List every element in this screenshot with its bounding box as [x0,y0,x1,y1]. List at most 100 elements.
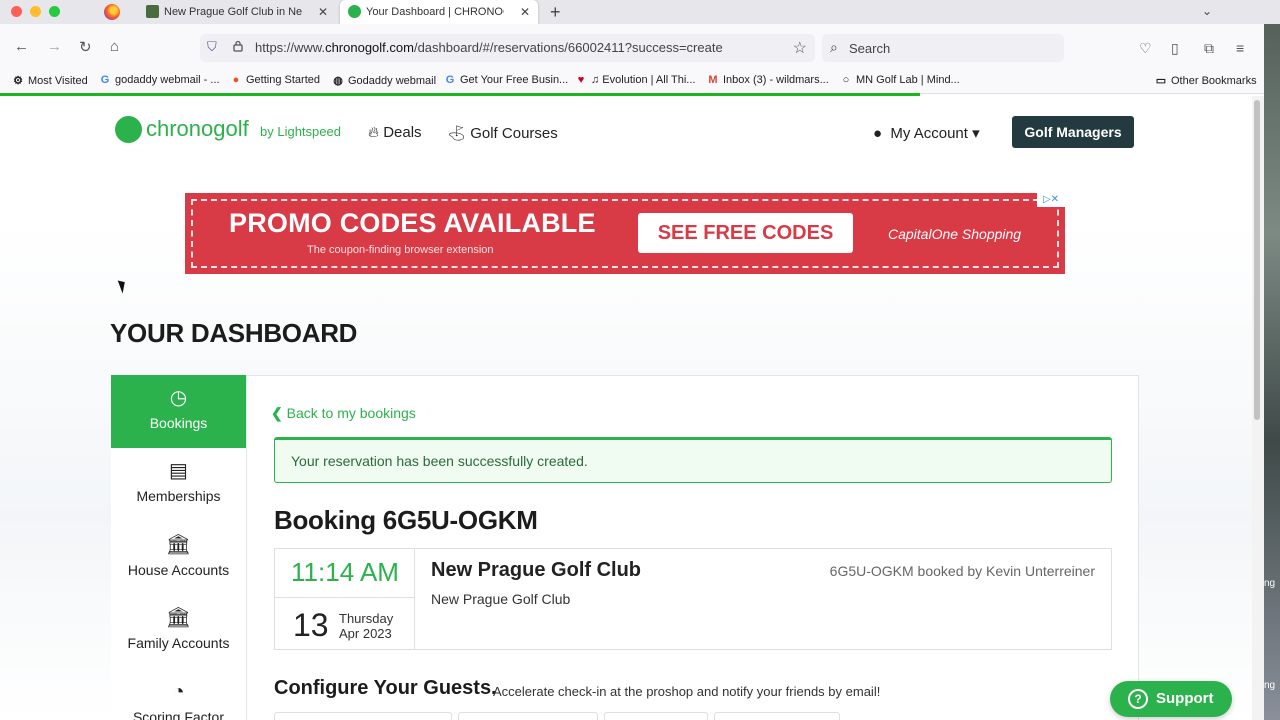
bank-icon: 🏛︎ [165,534,192,556]
nav-label: Golf Courses [470,125,558,142]
guest-slot[interactable] [274,712,452,720]
shield-icon[interactable]: ⛉ [207,39,217,55]
home-icon[interactable]: ⌂ [110,38,119,55]
booking-datetime: 11:14 AM 13 Thursday Apr 2023 [275,549,415,649]
mouse-cursor [117,278,129,294]
bookmark-godaddy-webmail[interactable]: Ggodaddy webmail - ... [99,74,220,86]
url-domain: chronogolf.com [325,40,414,55]
dashboard-sidebar: ◷ Bookings ▤ Memberships 🏛︎ House Accoun… [111,375,247,720]
forward-arrow-icon[interactable]: → [47,38,62,55]
booking-weekday: Thursday [339,611,394,626]
booking-card: 11:14 AM 13 Thursday Apr 2023 New Prague… [274,548,1112,650]
help-icon: ? [1128,689,1148,709]
minimize-window-button[interactable] [30,6,41,17]
firefox-icon [104,4,120,20]
close-window-button[interactable] [11,6,22,17]
pocket-icon[interactable]: ♡ [1139,40,1152,57]
gear-icon: ⚙ [13,75,23,87]
search-placeholder: Search [849,41,891,56]
sidebar-item-label: Bookings [149,415,208,431]
sidebar-item-family-accounts[interactable]: 🏛︎ Family Accounts [111,595,246,668]
google-icon: G [100,74,110,86]
web-page: chronogolf by Lightspeed 🔥︎ Deals ⛳︎ Gol… [0,96,1252,720]
family-bank-icon: 🏛︎ [165,607,192,629]
sidebar-item-bookings[interactable]: ◷ Bookings [111,375,246,448]
logo-wordmark: chronogolf [146,116,249,141]
bookmark-most-visited[interactable]: ⚙ Most Visited [12,74,88,87]
bookmark-free-business[interactable]: G Get Your Free Busin... [444,74,569,86]
id-card-icon: ▤ [169,460,188,482]
bookmark-mn-golf-lab[interactable]: ○ MN Golf Lab | Mind... [840,74,960,86]
my-account-dropdown[interactable]: ● My Account ▾ [873,124,980,142]
zoom-window-button[interactable] [49,6,60,17]
plus-icon[interactable]: + [550,2,561,23]
bookmarks-bar: ⚙ Most Visited Ggodaddy webmail - ... ● Ge… [0,70,1280,94]
nav-label: Deals [383,124,422,141]
sidebar-item-memberships[interactable]: ▤ Memberships [111,448,246,521]
nav-golf-courses[interactable]: ⛳︎ Golf Courses [447,124,558,142]
close-tab-icon[interactable]: ✕ [520,0,530,24]
booking-day: 13 [293,607,329,643]
sidebar-item-label: Family Accounts [127,635,230,651]
bookmark-godaddy-webmail-2[interactable]: ◍ Godaddy webmail [332,74,436,87]
booking-title: Booking 6G5U-OGKM [274,505,538,535]
bookmark-getting-started[interactable]: ● Getting Started [230,74,320,86]
bookmark-inbox[interactable]: M Inbox (3) - wildmars... [707,74,829,86]
ad-close-icon[interactable]: ▷✕ [1037,193,1065,207]
bookmark-label: Inbox (3) - wildmars... [723,74,829,86]
reload-icon[interactable]: ↻ [79,38,92,56]
search-input[interactable]: ⌕ Search [822,34,1064,62]
club-name: New Prague Golf Club [431,559,642,581]
search-icon: ⌕ [830,39,838,55]
desktop-label-fragment: ng [1264,680,1276,691]
ad-brand-logo: CapitalOne Shopping [888,226,1022,242]
bookmark-other[interactable]: ▭ Other Bookmarks [1155,74,1257,87]
golf-flag-icon: ⛳︎ [447,125,467,142]
back-arrow-icon[interactable]: ← [14,38,29,55]
address-bar[interactable]: ⛉ https://www.chronogolf.com/dashboard/#… [200,34,815,62]
desktop-label-fragment: ng [1264,578,1276,589]
ad-cta-button[interactable]: SEE FREE CODES [638,213,853,253]
bookmark-label: Most Visited [28,75,88,87]
bookmark-label: Getting Started [246,74,320,86]
sidebar-item-house-accounts[interactable]: 🏛︎ House Accounts [111,522,246,595]
back-link-label: Back to my bookings [286,405,416,421]
menu-icon[interactable]: ≡ [1236,40,1244,56]
clock-icon: ◷ [169,387,188,409]
guest-slot[interactable] [604,712,708,720]
lock-icon[interactable] [232,40,244,52]
divider [275,597,415,598]
success-message: Your reservation has been successfully c… [291,453,588,469]
ad-headline: PROMO CODES AVAILABLE [229,208,596,238]
chronogolf-logo-icon [115,116,142,143]
back-to-bookings-link[interactable]: ❮ Back to my bookings [271,405,416,422]
user-icon: ● [873,125,883,142]
golf-umbrella-icon [146,5,159,18]
extensions-icon[interactable]: ⧉ [1204,40,1214,57]
nav-deals[interactable]: 🔥︎ Deals [368,124,422,141]
tab-new-prague[interactable]: New Prague Golf Club in New Prague ✕ [138,0,336,24]
golf-managers-button[interactable]: Golf Managers [1012,116,1134,148]
guest-slot[interactable] [458,712,598,720]
support-button[interactable]: ? Support [1110,681,1232,717]
chevron-down-icon[interactable]: ⌄ [1202,4,1212,18]
tab-dashboard[interactable]: Your Dashboard | CHRONOGOLF ✕ [340,0,538,24]
bookmark-evolution[interactable]: ♥ ♫ Evolution | All Thi... [575,74,696,86]
caret-down-icon: ▾ [972,125,980,142]
circle-icon: ○ [842,74,850,86]
bookmark-label: MN Golf Lab | Mind... [856,74,960,86]
sidebar-item-label: Scoring Factor [132,709,225,720]
url-path: /dashboard/#/reservations/66002411?succe… [413,40,723,55]
promo-ad-banner[interactable]: PROMO CODES AVAILABLE The coupon-finding… [185,193,1065,274]
tab-title: Your Dashboard | CHRONOGOLF [366,6,504,18]
tab-title: New Prague Golf Club in New Prague [164,6,302,18]
gauge-icon: ◔ [172,681,185,703]
star-icon[interactable]: ☆ [793,38,807,58]
scrollbar-thumb[interactable] [1254,100,1260,420]
sidebar-item-scoring-factor[interactable]: ◔ Scoring Factor [111,669,246,720]
guest-slot[interactable] [714,712,840,720]
reader-view-icon[interactable]: ▯ [1171,40,1179,57]
chevron-left-icon: ❮ [271,405,283,421]
globe-icon: ◍ [333,75,343,87]
close-tab-icon[interactable]: ✕ [318,0,328,24]
